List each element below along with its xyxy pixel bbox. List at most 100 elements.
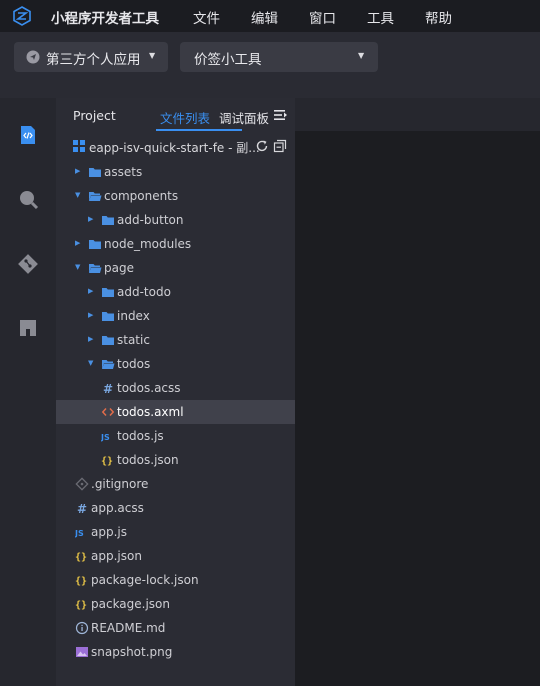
editor-area bbox=[295, 98, 540, 686]
tree-item[interactable]: snapshot.png bbox=[56, 640, 295, 664]
panel-menu-icon[interactable] bbox=[274, 109, 288, 121]
chevron-down-icon[interactable]: ▼ bbox=[88, 359, 93, 367]
folder-open-icon bbox=[88, 189, 102, 203]
tree-item[interactable]: README.md bbox=[56, 616, 295, 640]
tree-item[interactable]: # todos.acss bbox=[56, 376, 295, 400]
menu-help[interactable]: 帮助 bbox=[425, 7, 452, 27]
json-file-icon: {} bbox=[101, 453, 115, 467]
chevron-right-icon[interactable]: ▶ bbox=[75, 239, 80, 247]
tree-item[interactable]: todos.axml bbox=[56, 400, 295, 424]
tree-item-label: add-button bbox=[117, 213, 184, 227]
tree-item[interactable]: ▼ todos bbox=[56, 352, 295, 376]
js-file-icon: JS bbox=[100, 429, 115, 443]
app-type-label: 第三方个人应用 bbox=[46, 52, 141, 68]
activity-bar bbox=[0, 98, 56, 686]
chevron-right-icon[interactable]: ▶ bbox=[75, 167, 80, 175]
svg-text:{}: {} bbox=[75, 576, 87, 587]
svg-text:{}: {} bbox=[75, 600, 87, 611]
tree-item-label: todos.axml bbox=[117, 405, 184, 419]
tree-item-label: index bbox=[117, 309, 150, 323]
menu-window[interactable]: 窗口 bbox=[309, 7, 336, 27]
svg-text:{}: {} bbox=[75, 552, 87, 563]
app-type-dropdown[interactable]: 第三方个人应用 ▼ bbox=[14, 42, 168, 72]
chevron-right-icon[interactable]: ▶ bbox=[88, 215, 93, 223]
tree-item[interactable]: JS app.js bbox=[56, 520, 295, 544]
svg-text:JS: JS bbox=[75, 529, 84, 538]
chevron-right-icon[interactable]: ▶ bbox=[88, 335, 93, 343]
tree-item[interactable]: ▶ static bbox=[56, 328, 295, 352]
tree-item[interactable]: # app.acss bbox=[56, 496, 295, 520]
tree-item[interactable]: ▶ assets bbox=[56, 160, 295, 184]
project-header[interactable]: eapp-isv-quick-start-fe - 副... bbox=[56, 134, 295, 158]
tree-item[interactable]: ▶ add-todo bbox=[56, 280, 295, 304]
menu-tools[interactable]: 工具 bbox=[367, 7, 394, 27]
image-file-icon bbox=[75, 645, 89, 659]
tree-item-label: app.js bbox=[91, 525, 127, 539]
tab-file-list[interactable]: 文件列表 bbox=[160, 108, 210, 127]
chevron-down-icon[interactable]: ▼ bbox=[75, 263, 80, 271]
tool-dropdown[interactable]: 价签小工具 ▼ bbox=[180, 42, 378, 72]
tree-item[interactable]: ▼ page bbox=[56, 256, 295, 280]
axml-file-icon bbox=[101, 405, 115, 419]
chevron-down-icon[interactable]: ▼ bbox=[75, 191, 80, 199]
file-panel: Project 文件列表 调试面板 eapp-isv-quick-start-f… bbox=[56, 98, 295, 686]
tree-item[interactable]: JS todos.js bbox=[56, 424, 295, 448]
info-icon bbox=[75, 621, 89, 635]
tree-item-label: assets bbox=[104, 165, 143, 179]
acss-file-icon: # bbox=[101, 381, 115, 396]
tree-item-label: README.md bbox=[91, 621, 166, 635]
tree-item-label: static bbox=[117, 333, 150, 347]
tab-project[interactable]: Project bbox=[73, 108, 116, 123]
json-file-icon: {} bbox=[75, 573, 89, 587]
tree-item-label: .gitignore bbox=[91, 477, 149, 491]
folder-icon bbox=[101, 285, 115, 299]
tree-item[interactable]: ▶ index bbox=[56, 304, 295, 328]
svg-text:#: # bbox=[103, 382, 113, 395]
folder-open-icon bbox=[101, 357, 115, 371]
tree-item-label: todos bbox=[117, 357, 151, 371]
tree-item[interactable]: ▶ node_modules bbox=[56, 232, 295, 256]
menu-file[interactable]: 文件 bbox=[193, 7, 220, 27]
acss-file-icon: # bbox=[75, 501, 89, 516]
collapse-all-icon[interactable] bbox=[273, 139, 287, 153]
menu-edit[interactable]: 编辑 bbox=[251, 7, 278, 27]
project-icon bbox=[73, 140, 85, 152]
git-icon[interactable] bbox=[17, 253, 39, 275]
folder-icon bbox=[101, 333, 115, 347]
refresh-icon[interactable] bbox=[255, 139, 269, 153]
code-icon[interactable] bbox=[17, 124, 39, 146]
tree-item-label: package.json bbox=[91, 597, 171, 611]
extensions-icon[interactable] bbox=[17, 317, 39, 339]
tree-item-label: package-lock.json bbox=[91, 573, 199, 587]
tree-item[interactable]: .gitignore bbox=[56, 472, 295, 496]
folder-icon bbox=[101, 213, 115, 227]
tree-item[interactable]: ▼ components bbox=[56, 184, 295, 208]
folder-open-icon bbox=[88, 261, 102, 275]
panel-tabs: Project 文件列表 调试面板 bbox=[56, 98, 295, 131]
tree-item-label: todos.json bbox=[117, 453, 179, 467]
active-tab-indicator bbox=[156, 129, 242, 131]
chevron-down-icon: ▼ bbox=[358, 51, 365, 60]
tree-item-label: page bbox=[104, 261, 134, 275]
tree-item[interactable]: {} package-lock.json bbox=[56, 568, 295, 592]
tool-label: 价签小工具 bbox=[194, 52, 262, 68]
chevron-right-icon[interactable]: ▶ bbox=[88, 311, 93, 319]
folder-icon bbox=[88, 165, 102, 179]
svg-text:JS: JS bbox=[101, 433, 110, 442]
tree-item[interactable]: {} app.json bbox=[56, 544, 295, 568]
gitignore-file-icon bbox=[75, 477, 89, 491]
location-icon bbox=[26, 50, 40, 64]
tree-item[interactable]: {} package.json bbox=[56, 592, 295, 616]
folder-icon bbox=[88, 237, 102, 251]
tree-item-label: todos.acss bbox=[117, 381, 181, 395]
folder-icon bbox=[101, 309, 115, 323]
tree-item-label: add-todo bbox=[117, 285, 171, 299]
tree-item[interactable]: ▶ add-button bbox=[56, 208, 295, 232]
chevron-down-icon: ▼ bbox=[149, 51, 156, 60]
tab-debug-panel[interactable]: 调试面板 bbox=[219, 108, 269, 127]
editor-tab-bar bbox=[295, 98, 540, 131]
search-icon[interactable] bbox=[17, 188, 39, 210]
tree-item[interactable]: {} todos.json bbox=[56, 448, 295, 472]
toolbar: 第三方个人应用 ▼ 价签小工具 ▼ bbox=[0, 32, 540, 98]
chevron-right-icon[interactable]: ▶ bbox=[88, 287, 93, 295]
